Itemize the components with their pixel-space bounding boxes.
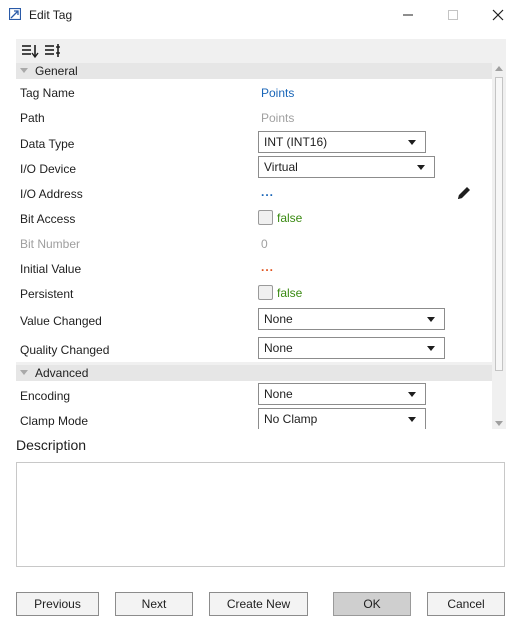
persistent-checkbox[interactable] [258,285,273,300]
property-persistent[interactable]: Persistent false [16,279,492,304]
property-label: Data Type [20,137,75,151]
property-bit-number: Bit Number 0 [16,229,492,254]
tag-name-value[interactable]: Points [261,86,294,100]
vertical-scrollbar[interactable] [492,63,506,429]
property-grid: General Tag Name Points Path Points Data… [16,39,506,429]
bit-access-value: false [277,211,303,225]
io-address-value[interactable]: ... [261,185,274,199]
property-label: Bit Number [20,237,81,251]
value-changed-dropdown[interactable]: None [258,308,445,330]
chevron-down-icon [427,317,435,322]
dropdown-value: INT (INT16) [264,135,328,149]
persistent-value: false [277,286,303,300]
dropdown-value: None [264,341,293,355]
sort-alphabetical-icon[interactable] [43,41,63,61]
property-tag-name[interactable]: Tag Name Points [16,79,492,104]
quality-changed-dropdown[interactable]: None [258,337,445,359]
property-label: I/O Address [20,187,83,201]
property-label: Persistent [20,287,74,301]
chevron-down-icon [417,165,425,170]
property-label: Initial Value [20,262,82,276]
bit-number-value: 0 [261,237,268,251]
dropdown-value: No Clamp [264,412,318,426]
property-io-address[interactable]: I/O Address ... [16,179,492,204]
category-advanced[interactable]: Advanced [16,365,492,381]
property-label: Value Changed [20,314,102,328]
dropdown-value: None [264,387,293,401]
encoding-dropdown[interactable]: None [258,383,426,405]
property-label: Encoding [20,389,71,403]
chevron-down-icon [408,417,416,422]
chevron-down-icon [427,346,435,351]
maximize-button [430,0,476,30]
clamp-mode-dropdown[interactable]: No Clamp [258,408,426,429]
window-title: Edit Tag [29,8,73,22]
minimize-icon [403,14,413,16]
minimize-button[interactable] [385,0,431,30]
property-label: Bit Access [20,212,76,226]
maximize-icon [448,10,458,20]
path-value: Points [261,111,295,125]
scrollbar-thumb[interactable] [495,77,503,371]
property-label: Tag Name [20,86,75,100]
property-quality-changed[interactable]: Quality Changed None [16,333,492,362]
property-grid-toolbar [16,39,506,63]
category-label: Advanced [35,366,89,380]
data-type-dropdown[interactable]: INT (INT16) [258,131,426,153]
chevron-down-icon [408,140,416,145]
sort-categorized-icon[interactable] [20,41,40,61]
title-bar: Edit Tag [0,0,521,30]
property-label: Path [20,111,45,125]
app-icon [9,8,21,20]
io-device-dropdown[interactable]: Virtual [258,156,435,178]
chevron-down-icon [408,392,416,397]
close-icon [492,9,504,21]
property-encoding[interactable]: Encoding None [16,381,492,406]
collapse-arrow-icon [20,370,28,375]
property-value-changed[interactable]: Value Changed None [16,304,492,333]
property-initial-value[interactable]: Initial Value ... [16,254,492,279]
pencil-icon[interactable] [456,185,472,201]
close-button[interactable] [475,0,521,30]
property-label: I/O Device [20,162,77,176]
ok-button[interactable]: OK [333,592,411,616]
description-label: Description [16,437,87,453]
property-io-device[interactable]: I/O Device Virtual [16,154,492,179]
category-general[interactable]: General [16,63,492,79]
next-button[interactable]: Next [115,592,193,616]
dropdown-value: None [264,312,293,326]
scroll-down-icon[interactable] [495,421,503,426]
description-textarea[interactable] [16,462,505,567]
property-label: Clamp Mode [20,414,89,428]
property-label: Quality Changed [20,343,110,357]
create-new-button[interactable]: Create New [209,592,308,616]
previous-button[interactable]: Previous [16,592,99,616]
property-bit-access[interactable]: Bit Access false [16,204,492,229]
dropdown-value: Virtual [264,160,298,174]
bit-access-checkbox[interactable] [258,210,273,225]
property-data-type[interactable]: Data Type INT (INT16) [16,129,492,154]
cancel-button[interactable]: Cancel [427,592,505,616]
collapse-arrow-icon [20,68,28,73]
category-label: General [35,64,78,78]
scroll-up-icon[interactable] [495,66,503,71]
initial-value-value[interactable]: ... [261,260,274,274]
property-clamp-mode[interactable]: Clamp Mode No Clamp [16,406,492,429]
property-path: Path Points [16,104,492,129]
